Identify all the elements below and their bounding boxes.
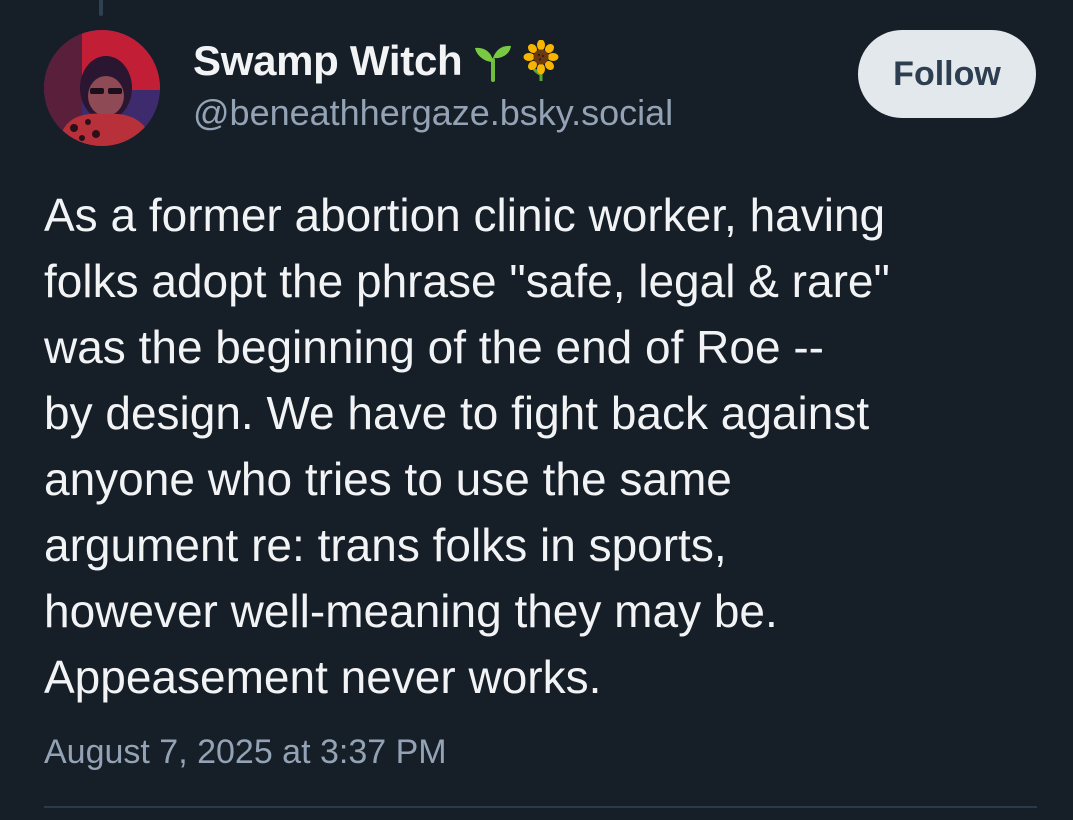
author-name-row: Swamp Witch: [193, 34, 562, 88]
post-text: As a former abortion clinic worker, havi…: [44, 182, 1044, 710]
follow-button[interactable]: Follow: [858, 30, 1036, 118]
author-handle[interactable]: @beneathhergaze.bsky.social: [193, 92, 673, 134]
sunflower-icon: [520, 39, 562, 82]
thread-connector-line: [99, 0, 103, 16]
avatar-image: [44, 30, 160, 146]
author-display-name[interactable]: Swamp Witch: [193, 37, 463, 85]
post-text-line: anyone who tries to use the same: [44, 453, 732, 505]
post-text-line: As a former abortion clinic worker, havi…: [44, 189, 886, 241]
post-text-line: by design. We have to fight back against: [44, 387, 870, 439]
divider: [44, 806, 1037, 808]
post-text-line: folks adopt the phrase "safe, legal & ra…: [44, 255, 890, 307]
post-text-line: argument re: trans folks in sports,: [44, 519, 727, 571]
seedling-icon: [472, 40, 514, 82]
post-timestamp[interactable]: August 7, 2025 at 3:37 PM: [44, 733, 447, 772]
post-text-line: however well-meaning they may be.: [44, 585, 778, 637]
post-text-line: Appeasement never works.: [44, 651, 602, 703]
avatar[interactable]: [44, 30, 160, 146]
post-text-line: was the beginning of the end of Roe --: [44, 321, 824, 373]
